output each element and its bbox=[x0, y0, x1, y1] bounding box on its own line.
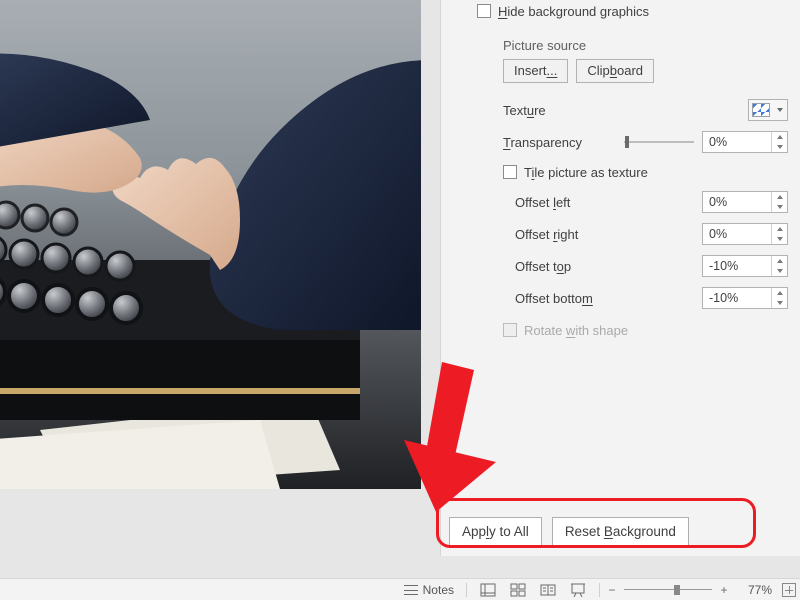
transparency-value: 0% bbox=[703, 132, 771, 152]
notes-label: Notes bbox=[423, 583, 454, 597]
normal-view-icon bbox=[480, 583, 496, 597]
offset-right-value: 0% bbox=[703, 224, 771, 244]
slider-track bbox=[624, 141, 694, 143]
offset-bottom-spinner[interactable]: -10% bbox=[702, 287, 788, 309]
rotate-label: Rotate with shape bbox=[524, 323, 628, 338]
separator bbox=[466, 583, 467, 597]
spinner-down[interactable] bbox=[772, 298, 787, 308]
apply-to-all-button[interactable]: Apply to All bbox=[449, 517, 542, 546]
tile-label: Tile picture as texture bbox=[524, 165, 648, 180]
insert-picture-button[interactable]: Insert... bbox=[503, 59, 568, 83]
reading-view-button[interactable] bbox=[533, 579, 563, 600]
offset-left-label: Offset left bbox=[503, 195, 702, 210]
texture-swatch-icon bbox=[752, 103, 770, 117]
spinner-up[interactable] bbox=[772, 256, 787, 266]
slider-track bbox=[624, 589, 712, 590]
notes-toggle-button[interactable]: Notes bbox=[404, 583, 454, 597]
clipboard-button[interactable]: Clipboard bbox=[576, 59, 654, 83]
checkbox-box bbox=[503, 165, 517, 179]
zoom-in-button[interactable]: + bbox=[718, 583, 730, 597]
offset-top-value: -10% bbox=[703, 256, 771, 276]
notes-icon bbox=[404, 585, 418, 595]
slider-thumb bbox=[674, 585, 680, 595]
format-background-pane: Hide background graphics Picture source … bbox=[440, 0, 800, 556]
transparency-label: Transparency bbox=[503, 135, 624, 150]
separator bbox=[599, 583, 600, 597]
slide-preview bbox=[0, 0, 421, 489]
checkbox-box bbox=[477, 4, 491, 18]
slide-image bbox=[0, 0, 421, 489]
normal-view-button[interactable] bbox=[473, 579, 503, 600]
spinner-down[interactable] bbox=[772, 266, 787, 276]
spinner-up[interactable] bbox=[772, 132, 787, 142]
slide-sorter-view-button[interactable] bbox=[503, 579, 533, 600]
hide-background-graphics-checkbox[interactable]: Hide background graphics bbox=[477, 0, 788, 22]
spinner-down[interactable] bbox=[772, 142, 787, 152]
zoom-out-button[interactable]: − bbox=[606, 583, 618, 597]
spinner-up[interactable] bbox=[772, 192, 787, 202]
hide-bg-label: Hide background graphics bbox=[498, 4, 649, 19]
zoom-percent: 77% bbox=[736, 583, 772, 597]
fit-to-window-icon bbox=[782, 583, 796, 597]
slider-thumb bbox=[625, 136, 629, 148]
offset-top-label: Offset top bbox=[503, 259, 702, 274]
reset-background-button[interactable]: Reset Background bbox=[552, 517, 689, 546]
rotate-with-shape-checkbox: Rotate with shape bbox=[503, 319, 788, 341]
texture-dropdown[interactable] bbox=[748, 99, 788, 121]
fit-to-window-button[interactable] bbox=[778, 579, 800, 600]
chevron-down-icon bbox=[777, 108, 783, 112]
transparency-spinner[interactable]: 0% bbox=[702, 131, 788, 153]
offset-left-value: 0% bbox=[703, 192, 771, 212]
tile-picture-checkbox[interactable]: Tile picture as texture bbox=[503, 161, 788, 183]
offset-left-spinner[interactable]: 0% bbox=[702, 191, 788, 213]
spinner-down[interactable] bbox=[772, 202, 787, 212]
offset-top-spinner[interactable]: -10% bbox=[702, 255, 788, 277]
spinner-up[interactable] bbox=[772, 224, 787, 234]
offset-right-label: Offset right bbox=[503, 227, 702, 242]
offset-bottom-label: Offset bottom bbox=[503, 291, 702, 306]
offset-right-spinner[interactable]: 0% bbox=[702, 223, 788, 245]
checkbox-box bbox=[503, 323, 517, 337]
slideshow-view-button[interactable] bbox=[563, 579, 593, 600]
status-bar: Notes bbox=[0, 578, 800, 600]
offset-bottom-value: -10% bbox=[703, 288, 771, 308]
app-window: Hide background graphics Picture source … bbox=[0, 0, 800, 600]
texture-label: Texture bbox=[503, 103, 748, 118]
transparency-slider[interactable] bbox=[624, 135, 694, 149]
spinner-down[interactable] bbox=[772, 234, 787, 244]
zoom-slider[interactable] bbox=[624, 583, 712, 597]
reading-view-icon bbox=[540, 583, 556, 597]
slideshow-icon bbox=[570, 583, 586, 597]
slide-sorter-icon bbox=[510, 583, 526, 597]
spinner-up[interactable] bbox=[772, 288, 787, 298]
picture-source-heading: Picture source bbox=[503, 38, 788, 53]
